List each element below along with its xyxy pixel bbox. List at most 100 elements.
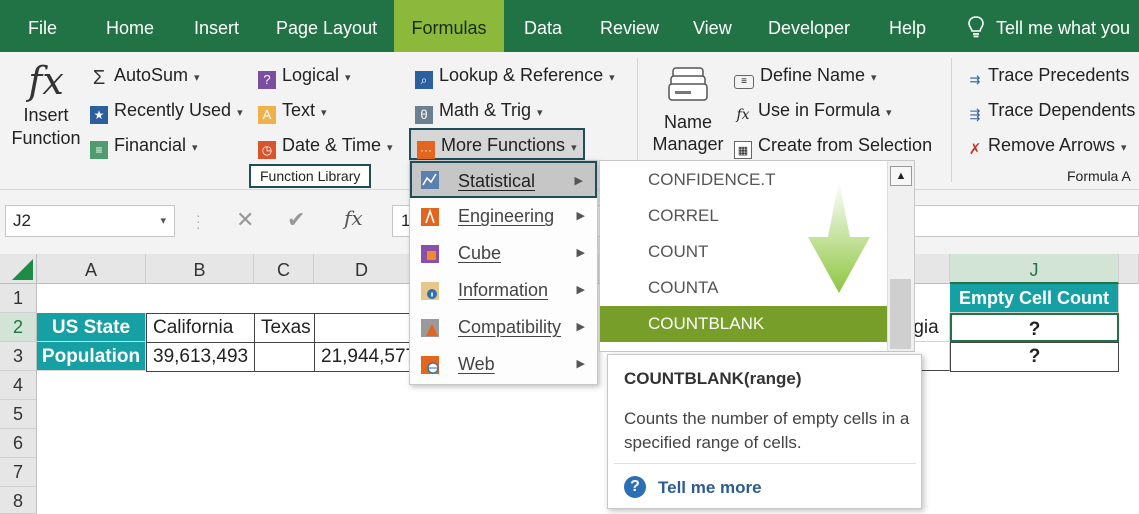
remove-arrows-label: Remove Arrows bbox=[988, 135, 1116, 155]
column-header-j[interactable]: J bbox=[950, 254, 1119, 284]
more-functions-label: More Functions bbox=[441, 135, 566, 155]
menu-item-statistical[interactable]: Statistical ▶ bbox=[410, 161, 597, 198]
tab-formulas[interactable]: Formulas bbox=[394, 0, 504, 52]
date-time-button[interactable]: ◷ Date & Time ▾ bbox=[258, 134, 393, 159]
tab-page-layout[interactable]: Page Layout bbox=[276, 0, 377, 52]
tab-review[interactable]: Review bbox=[600, 0, 659, 52]
tab-data[interactable]: Data bbox=[524, 0, 562, 52]
menu-item-engineering[interactable]: Engineering ▶ bbox=[410, 198, 597, 235]
text-book-icon: A bbox=[258, 106, 276, 124]
cell-c3[interactable] bbox=[254, 342, 315, 372]
cell-b3[interactable]: 39,613,493 bbox=[146, 342, 255, 372]
trace-precedents-button[interactable]: ⇉ Trace Precedents bbox=[966, 64, 1130, 89]
cell-b2[interactable]: California bbox=[146, 313, 255, 343]
chevron-right-icon: ▶ bbox=[576, 247, 585, 259]
cell-c2[interactable]: Texas bbox=[254, 313, 315, 343]
compatibility-icon bbox=[421, 319, 439, 337]
row-header-8[interactable]: 8 bbox=[0, 487, 37, 514]
menu-item-information[interactable]: Information ▶ bbox=[410, 272, 597, 309]
logical-button[interactable]: ? Logical ▾ bbox=[258, 64, 351, 89]
function-item-countblank[interactable]: COUNTBLANK bbox=[600, 306, 888, 342]
chevron-down-icon: ▾ bbox=[192, 142, 198, 154]
tab-insert[interactable]: Insert bbox=[194, 0, 239, 52]
cell-j2[interactable]: ? bbox=[950, 313, 1119, 342]
tag-icon: ≡ bbox=[734, 75, 754, 89]
cell-a3[interactable]: Population bbox=[37, 342, 146, 371]
trace-dependents-label: Trace Dependents bbox=[988, 100, 1136, 120]
create-from-selection-label: Create from Selection bbox=[758, 135, 933, 155]
create-from-selection-button[interactable]: ▦ Create from Selection bbox=[734, 134, 932, 159]
more-functions-menu: Statistical ▶ Engineering ▶ Cube ▶ Infor… bbox=[409, 160, 598, 385]
menu-item-web[interactable]: Web ▶ bbox=[410, 346, 597, 383]
tab-developer[interactable]: Developer bbox=[768, 0, 850, 52]
cell-j1[interactable]: Empty Cell Count bbox=[950, 284, 1119, 313]
cell-a2[interactable]: US State bbox=[37, 313, 146, 342]
autosum-button[interactable]: Σ AutoSum ▾ bbox=[90, 64, 200, 89]
chevron-down-icon: ▾ bbox=[871, 72, 877, 84]
define-name-label: Define Name bbox=[760, 65, 866, 85]
tab-file[interactable]: File bbox=[28, 0, 57, 52]
row-header-1[interactable]: 1 bbox=[0, 284, 37, 313]
group-label-function-library: Function Library bbox=[249, 164, 372, 188]
insert-function-icon[interactable]: fx bbox=[344, 206, 363, 230]
name-box[interactable]: J2 ▾ bbox=[5, 205, 175, 237]
define-name-button[interactable]: ≡ Define Name ▾ bbox=[734, 64, 877, 89]
tab-help[interactable]: Help bbox=[889, 0, 926, 52]
menu-item-cube[interactable]: Cube ▶ bbox=[410, 235, 597, 272]
column-header-b[interactable]: B bbox=[146, 254, 254, 284]
column-header-d[interactable]: D bbox=[314, 254, 410, 284]
lookup-reference-button[interactable]: ⌕ Lookup & Reference ▾ bbox=[415, 64, 615, 89]
text-button[interactable]: A Text ▾ bbox=[258, 99, 327, 124]
select-all-corner[interactable] bbox=[0, 254, 37, 284]
remove-arrows-button[interactable]: ✗ Remove Arrows ▾ bbox=[966, 134, 1127, 159]
row-header-3[interactable]: 3 bbox=[0, 342, 37, 371]
recently-used-button[interactable]: ★ Recently Used ▾ bbox=[90, 99, 243, 124]
cell-j3[interactable]: ? bbox=[950, 342, 1119, 372]
insert-function-label-2: Function bbox=[11, 128, 81, 148]
tell-me-search[interactable]: Tell me what you bbox=[968, 0, 1130, 52]
statistical-submenu: CONFIDENCE.T CORREL COUNT COUNTA COUNTBL… bbox=[599, 160, 915, 352]
chevron-down-icon: ▾ bbox=[886, 107, 892, 119]
chevron-down-icon[interactable]: ▾ bbox=[160, 206, 166, 236]
insert-function-button[interactable]: fx Insert Function bbox=[8, 58, 84, 162]
cancel-icon[interactable]: ✕ bbox=[236, 207, 254, 233]
cell-d3[interactable]: 21,944,577 bbox=[314, 342, 411, 372]
create-from-selection-icon: ▦ bbox=[734, 141, 752, 159]
cube-icon bbox=[421, 245, 439, 263]
enter-icon[interactable]: ✔ bbox=[287, 207, 305, 233]
row-header-6[interactable]: 6 bbox=[0, 429, 37, 458]
theta-book-icon: θ bbox=[415, 106, 433, 124]
trace-dependents-button[interactable]: ⇶ Trace Dependents bbox=[966, 99, 1136, 124]
column-header-k[interactable] bbox=[1119, 254, 1139, 284]
lookup-reference-label: Lookup & Reference bbox=[439, 65, 604, 85]
tell-me-more-link[interactable]: Tell me more bbox=[658, 478, 762, 498]
cell-d2[interactable] bbox=[314, 313, 411, 343]
date-time-label: Date & Time bbox=[282, 135, 382, 155]
use-in-formula-button[interactable]: fx Use in Formula ▾ bbox=[734, 99, 892, 124]
row-header-2[interactable]: 2 bbox=[0, 313, 37, 342]
math-trig-label: Math & Trig bbox=[439, 100, 532, 120]
name-manager-button[interactable]: Name Manager bbox=[648, 62, 728, 162]
row-header-5[interactable]: 5 bbox=[0, 400, 37, 429]
menu-item-compatibility[interactable]: Compatibility ▶ bbox=[410, 309, 597, 346]
select-all-triangle-icon bbox=[12, 259, 33, 280]
scroll-up-icon[interactable]: ▲ bbox=[890, 166, 912, 186]
logical-book-icon: ? bbox=[258, 71, 276, 89]
information-icon bbox=[421, 282, 439, 300]
tab-home[interactable]: Home bbox=[106, 0, 154, 52]
tooltip-title: COUNTBLANK(range) bbox=[624, 369, 802, 388]
help-icon[interactable]: ? bbox=[624, 476, 646, 498]
column-header-c[interactable]: C bbox=[254, 254, 314, 284]
scroll-thumb[interactable] bbox=[890, 279, 911, 349]
clock-book-icon: ◷ bbox=[258, 141, 276, 159]
row-header-7[interactable]: 7 bbox=[0, 458, 37, 487]
column-header-a[interactable]: A bbox=[37, 254, 146, 284]
math-trig-button[interactable]: θ Math & Trig ▾ bbox=[415, 99, 543, 124]
financial-button[interactable]: ≡ Financial ▾ bbox=[90, 134, 198, 159]
tab-view[interactable]: View bbox=[693, 0, 732, 52]
engineering-icon bbox=[421, 208, 439, 226]
more-functions-button[interactable]: ··· More Functions ▾ bbox=[409, 128, 585, 160]
submenu-scrollbar[interactable]: ▲ bbox=[887, 161, 914, 351]
chevron-down-icon: ▾ bbox=[571, 142, 577, 154]
row-header-4[interactable]: 4 bbox=[0, 371, 37, 400]
